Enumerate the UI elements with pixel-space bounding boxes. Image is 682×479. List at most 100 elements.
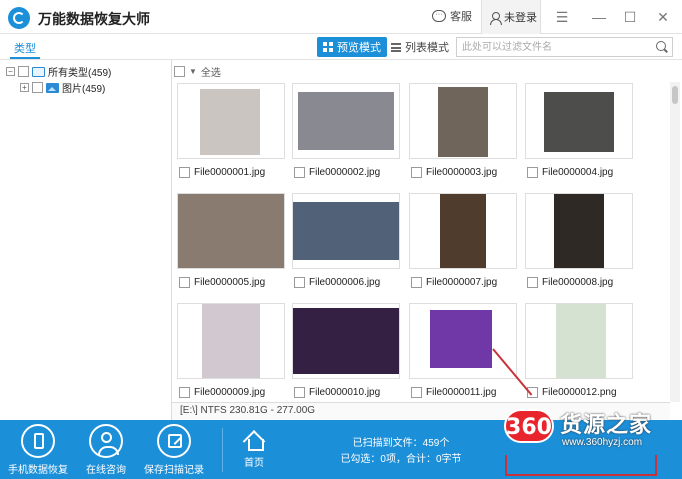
save-circle	[157, 424, 191, 458]
tab-type[interactable]: 类型	[10, 40, 40, 59]
home-button[interactable]: 首页	[236, 430, 272, 469]
file-thumbnail-tile[interactable]	[292, 193, 400, 269]
thumbnail-image	[202, 304, 260, 378]
title-bar: 万能数据恢复大师 ··· 客服 未登录 ☰ — ☐ ✕	[0, 0, 682, 34]
file-item[interactable]: File0000005.jpg	[179, 277, 265, 288]
customer-service-label: 客服	[450, 11, 472, 23]
file-checkbox[interactable]	[179, 277, 190, 288]
watermark-url: www.360hyzj.com	[562, 437, 643, 448]
customer-service-button[interactable]: ··· 客服	[432, 8, 472, 24]
list-mode-label: 列表模式	[405, 42, 449, 54]
file-thumbnail-tile[interactable]	[177, 193, 285, 269]
file-checkbox[interactable]	[179, 167, 190, 178]
vertical-scrollbar[interactable]	[670, 82, 680, 402]
phone-icon	[34, 433, 44, 449]
computer-icon	[32, 66, 45, 77]
home-label: 首页	[244, 458, 264, 469]
file-thumbnail-tile[interactable]	[177, 303, 285, 379]
file-name: File0000003.jpg	[426, 167, 498, 178]
file-item[interactable]: File0000004.jpg	[527, 167, 613, 178]
checkbox[interactable]	[32, 82, 43, 93]
file-name: File0000012.png	[542, 387, 617, 398]
file-item[interactable]: File0000002.jpg	[294, 167, 380, 178]
grid-icon	[323, 42, 333, 52]
file-thumbnail-tile[interactable]	[525, 193, 633, 269]
file-thumbnail-tile[interactable]	[525, 303, 633, 379]
file-checkbox[interactable]	[294, 387, 305, 398]
tree-item-label: 所有类型(459)	[48, 68, 112, 79]
save-scan-record-button[interactable]: 保存扫描记录	[139, 424, 209, 476]
file-thumbnail-tile[interactable]	[525, 83, 633, 159]
phone-recovery-label: 手机数据恢复	[8, 465, 68, 476]
file-item[interactable]: File0000007.jpg	[411, 277, 497, 288]
file-item[interactable]: File0000011.jpg	[411, 387, 496, 398]
minimize-button[interactable]: —	[590, 8, 608, 26]
file-name: File0000004.jpg	[542, 167, 614, 178]
select-all-checkbox[interactable]	[174, 66, 185, 77]
file-name: File0000001.jpg	[194, 167, 266, 178]
file-checkbox[interactable]	[294, 277, 305, 288]
select-all[interactable]: ▼ 全选	[174, 64, 221, 79]
search-icon[interactable]	[656, 41, 666, 51]
phone-circle	[21, 424, 55, 458]
list-mode-button[interactable]: 列表模式	[385, 37, 455, 57]
thumbnail-image	[293, 308, 399, 374]
filter-input[interactable]	[457, 38, 647, 56]
file-item[interactable]: File0000009.jpg	[179, 387, 265, 398]
scanned-count: 已扫描到文件：459个	[352, 438, 450, 449]
selected-summary: 已勾选：0项，合计：0字节	[340, 454, 462, 465]
online-consult-button[interactable]: 在线咨询	[71, 424, 141, 476]
preview-mode-label: 预览模式	[337, 42, 381, 54]
file-checkbox[interactable]	[527, 277, 538, 288]
file-thumbnail-tile[interactable]	[409, 303, 517, 379]
login-button[interactable]: 未登录	[481, 0, 541, 34]
chat-icon: ···	[432, 10, 446, 22]
file-checkbox[interactable]	[179, 387, 190, 398]
tree-item-label: 图片(459)	[62, 84, 106, 95]
expand-icon[interactable]: +	[20, 83, 29, 92]
file-item[interactable]: File0000008.jpg	[527, 277, 613, 288]
user-icon	[490, 11, 502, 25]
file-thumbnail-tile[interactable]	[409, 83, 517, 159]
file-name: File0000002.jpg	[309, 167, 381, 178]
app-title: 万能数据恢复大师	[38, 11, 150, 27]
dropdown-arrow-icon[interactable]: ▼	[189, 67, 197, 76]
file-checkbox[interactable]	[411, 277, 422, 288]
file-item[interactable]: File0000012.png	[527, 387, 617, 398]
file-thumbnail-tile[interactable]	[177, 83, 285, 159]
watermark-name: 货源之家	[560, 412, 653, 437]
scan-summary: 已扫描到文件：459个 已勾选：0项，合计：0字节	[336, 436, 466, 468]
checkbox[interactable]	[18, 66, 29, 77]
maximize-button[interactable]: ☐	[621, 8, 639, 26]
file-checkbox[interactable]	[527, 167, 538, 178]
login-label: 未登录	[504, 12, 537, 24]
phone-recovery-button[interactable]: 手机数据恢复	[3, 424, 73, 476]
file-thumbnail-tile[interactable]	[409, 193, 517, 269]
export-icon	[168, 434, 182, 448]
file-thumbnail-tile[interactable]	[292, 83, 400, 159]
thumbnail-image	[438, 87, 488, 157]
file-checkbox[interactable]	[411, 167, 422, 178]
file-name: File0000011.jpg	[426, 387, 497, 398]
close-button[interactable]: ✕	[654, 8, 672, 26]
select-all-label: 全选	[200, 68, 221, 79]
watermark: 360 货源之家 www.360hyzj.com	[500, 403, 682, 455]
scrollbar-thumb[interactable]	[672, 86, 678, 104]
preview-mode-button[interactable]: 预览模式	[317, 37, 387, 57]
home-icon	[244, 430, 264, 451]
file-item[interactable]: File0000006.jpg	[294, 277, 380, 288]
collapse-icon[interactable]: −	[6, 67, 15, 76]
file-checkbox[interactable]	[294, 167, 305, 178]
online-consult-label: 在线咨询	[86, 465, 126, 476]
tree-item-images[interactable]: + 图片(459)	[20, 80, 105, 95]
file-thumbnail-tile[interactable]	[292, 303, 400, 379]
file-item[interactable]: File0000010.jpg	[294, 387, 380, 398]
file-preview-grid: ▼ 全选 File0000001.jpg File0000002.jpg File0…	[172, 60, 682, 402]
file-item[interactable]: File0000001.jpg	[179, 167, 265, 178]
file-checkbox[interactable]	[411, 387, 422, 398]
thumbnail-image	[298, 92, 394, 150]
thumbnail-image	[554, 194, 604, 268]
tree-item-all-types[interactable]: − 所有类型(459)	[6, 64, 111, 79]
menu-icon[interactable]: ☰	[553, 8, 571, 26]
file-item[interactable]: File0000003.jpg	[411, 167, 497, 178]
